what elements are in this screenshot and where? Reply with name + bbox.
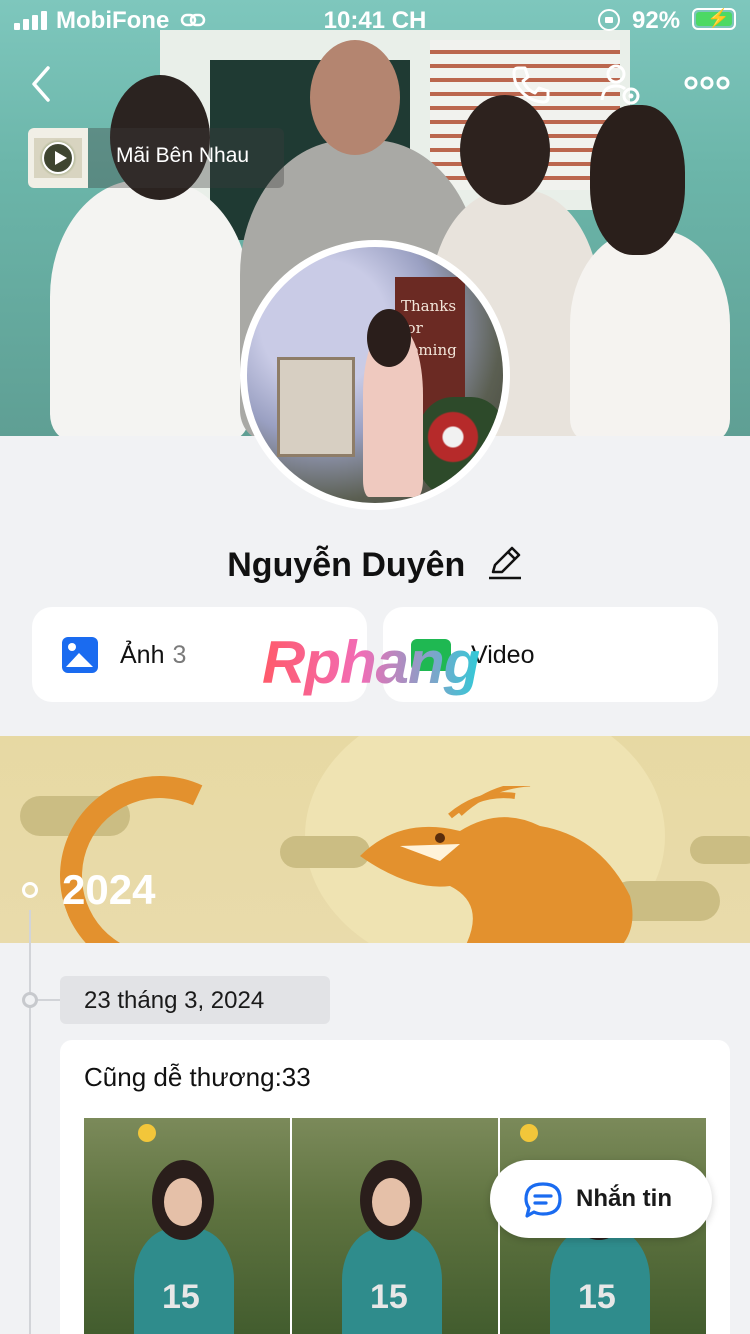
cover-person-head (460, 95, 550, 205)
avatar-image: Thanks for coming (247, 247, 503, 503)
battery-percent: 92% (632, 7, 681, 34)
photo-count: 3 (172, 641, 187, 669)
timeline-year: 2024 (62, 866, 156, 913)
back-icon (32, 66, 50, 102)
tab-videos-label: Video (471, 641, 535, 669)
timeline-date: 23 tháng 3, 2024 (60, 976, 330, 1024)
call-button[interactable] (508, 62, 554, 108)
image-icon (62, 637, 98, 673)
avatar[interactable]: Thanks for coming (240, 240, 510, 510)
post-caption: Cũng dễ thương:33 (84, 1062, 311, 1092)
music-title: Mãi Bên Nhau (116, 144, 250, 167)
timeline-connector (36, 999, 62, 1001)
profile-name-row: Nguyễn Duyên (0, 544, 750, 589)
play-icon[interactable] (42, 142, 74, 174)
profile-settings-button[interactable] (598, 62, 644, 108)
battery-icon: ⚡ (692, 8, 736, 30)
status-bar: MobiFone 10:41 CH 92% ⚡ (0, 0, 750, 40)
profile-page: MobiFone 10:41 CH 92% ⚡ Mãi Bên Nhau Tha… (0, 0, 750, 1334)
more-icon (684, 76, 730, 90)
avatar-person-head (367, 309, 411, 367)
pencil-icon[interactable] (487, 544, 523, 589)
banner-cloud (690, 836, 750, 864)
avatar-wedding-board (277, 357, 355, 457)
watermark-logo: Rphang (262, 629, 480, 696)
chat-icon (522, 1180, 564, 1225)
message-button[interactable]: Nhắn tin (490, 1160, 712, 1238)
rotation-lock-icon (598, 9, 620, 31)
profile-music[interactable]: Mãi Bên Nhau (28, 128, 284, 188)
message-button-label: Nhắn tin (576, 1185, 672, 1212)
user-settings-icon (600, 64, 640, 105)
year-banner: 2024 (0, 736, 750, 943)
phone-icon (512, 66, 550, 104)
timeline-date-dot (22, 992, 38, 1008)
post-photo[interactable] (292, 1118, 498, 1334)
profile-name: Nguyễn Duyên (227, 546, 466, 584)
timeline-year-dot (22, 882, 38, 898)
avatar-flowers (417, 397, 503, 497)
dragon-illustration (360, 786, 633, 943)
back-button[interactable] (22, 62, 62, 106)
cover-person (50, 180, 250, 436)
timeline-line (29, 910, 31, 1334)
cover-person (570, 230, 730, 436)
tab-photos-label: Ảnh 3 (120, 641, 187, 669)
more-options-button[interactable] (684, 70, 730, 100)
cover-person-head (590, 105, 685, 255)
cover-person-head (310, 40, 400, 155)
post-photo[interactable] (84, 1118, 290, 1334)
